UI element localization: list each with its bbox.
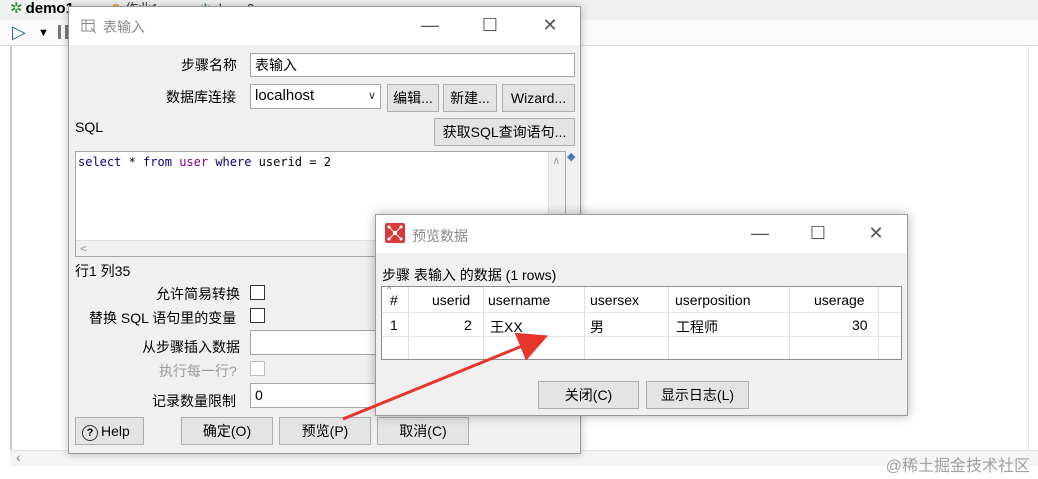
annotation-arrow: [342, 332, 549, 421]
